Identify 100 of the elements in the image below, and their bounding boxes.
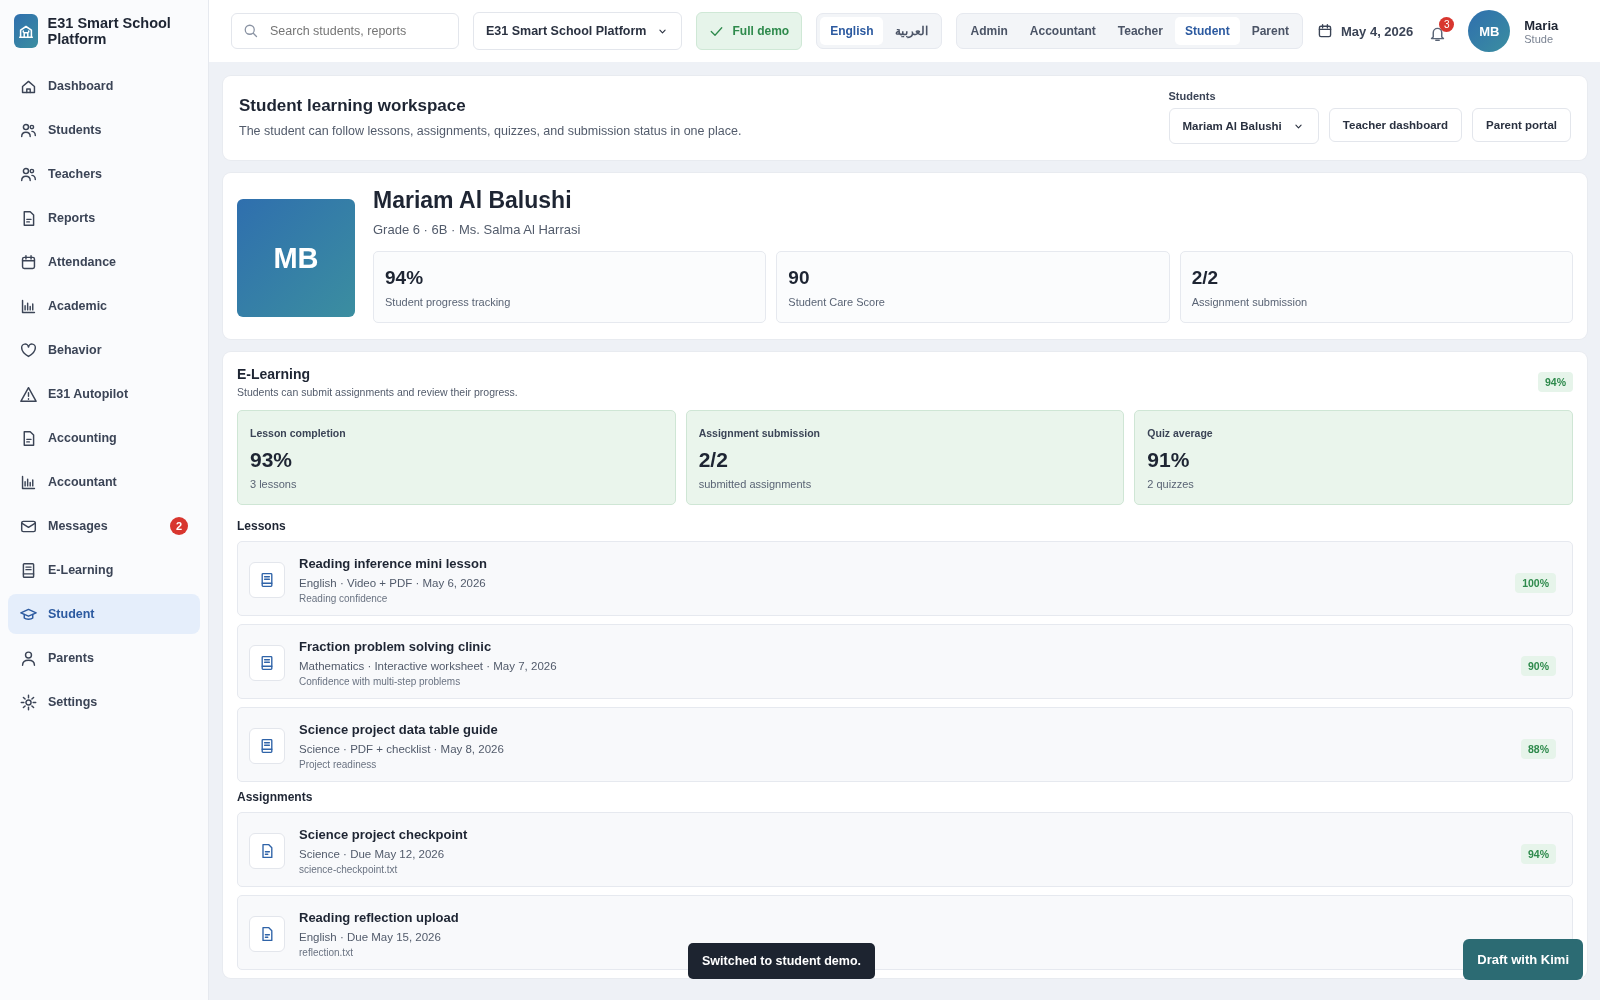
section-subtitle: Students can submit assignments and review their progress. bbox=[237, 386, 518, 398]
role-tab[interactable]: Teacher bbox=[1107, 17, 1173, 45]
item-note: reflection.txt bbox=[299, 947, 354, 958]
sidebar-label: Messages bbox=[48, 519, 109, 533]
item-meta: English · Due May 15, 2026 bbox=[299, 931, 442, 943]
percent-badge: 94% bbox=[1538, 372, 1573, 392]
summary-value: 2/2 bbox=[698, 448, 729, 472]
language-tab[interactable]: العربية bbox=[885, 17, 939, 45]
sidebar-label: Accountant bbox=[48, 475, 118, 489]
book-icon bbox=[259, 738, 275, 754]
person-icon bbox=[20, 649, 37, 667]
book-icon bbox=[259, 655, 275, 671]
sidebar-item[interactable]: Parents bbox=[8, 638, 200, 678]
user-avatar[interactable]: MB bbox=[1468, 10, 1511, 52]
warning-icon bbox=[20, 385, 37, 403]
calendar-icon bbox=[1317, 23, 1333, 39]
summary-label: Assignment submission bbox=[698, 427, 821, 439]
item-title: Reading inference mini lesson bbox=[299, 556, 488, 571]
summary-label: Lesson completion bbox=[250, 427, 347, 439]
sidebar-item[interactable]: Settings bbox=[8, 682, 200, 722]
section-heading: Lessons bbox=[237, 519, 287, 533]
sidebar-item[interactable]: Reports bbox=[8, 198, 200, 238]
toast: Switched to student demo. bbox=[688, 943, 876, 979]
percent-badge: 94% bbox=[1521, 844, 1556, 864]
sidebar-label: Behavior bbox=[48, 343, 103, 357]
item-title: Reading reflection upload bbox=[299, 910, 460, 925]
calendar-icon bbox=[20, 253, 37, 271]
people-icon bbox=[20, 121, 37, 139]
role-tab[interactable]: Admin bbox=[960, 17, 1018, 45]
summary-label: Quiz average bbox=[1147, 427, 1214, 439]
sidebar-item[interactable]: E31 Autopilot bbox=[8, 374, 200, 414]
item-title: Fraction problem solving clinic bbox=[299, 639, 493, 654]
sidebar-label: Student bbox=[48, 607, 96, 621]
sidebar-item[interactable]: Students bbox=[8, 110, 200, 150]
sidebar-label: Academic bbox=[48, 299, 109, 313]
assignment-row[interactable]: Science project checkpoint Science · Due May 12, 2026 science-checkpoint.txt 94% bbox=[237, 812, 1573, 887]
stat-label: Student progress tracking bbox=[385, 296, 512, 308]
bar-chart-icon bbox=[20, 473, 37, 491]
document-icon bbox=[259, 926, 275, 942]
section-title: E-Learning bbox=[237, 366, 312, 382]
item-meta: Science · Due May 12, 2026 bbox=[299, 848, 446, 860]
sidebar-item[interactable]: Teachers bbox=[8, 154, 200, 194]
item-meta: Mathematics · Interactive worksheet · May 7, 2026 bbox=[299, 660, 558, 672]
sidebar-label: E-Learning bbox=[48, 563, 115, 577]
sidebar-item[interactable]: Accounting bbox=[8, 418, 200, 458]
notification-button[interactable]: 3 bbox=[1427, 16, 1455, 46]
user-role: Stude bbox=[1524, 32, 1555, 45]
sidebar-item[interactable]: Messages 2 bbox=[8, 506, 200, 546]
item-note: Project readiness bbox=[299, 759, 378, 770]
demo-badge: Full demo bbox=[696, 12, 803, 50]
heart-icon bbox=[20, 341, 37, 359]
document-icon bbox=[259, 843, 275, 859]
stat-label: Assignment submission bbox=[1191, 296, 1309, 308]
bar-chart-icon bbox=[20, 297, 37, 315]
search-field[interactable]: Search students, reports bbox=[231, 13, 459, 49]
date-text: May 4, 2026 bbox=[1341, 23, 1414, 39]
lesson-row[interactable]: Reading inference mini lesson English · Video + PDF · May 6, 2026 Reading confidence 100% bbox=[237, 541, 1573, 616]
workspace-title: Student learning workspace bbox=[239, 96, 467, 116]
sidebar-item[interactable]: E-Learning bbox=[8, 550, 200, 590]
lesson-row[interactable]: Science project data table guide Science · PDF + checklist · May 8, 2026 Project readiness 88% bbox=[237, 707, 1573, 782]
notification-badge: 3 bbox=[1439, 16, 1455, 32]
link-button[interactable]: Teacher dashboard bbox=[1328, 108, 1463, 142]
role-tab[interactable]: Accountant bbox=[1019, 17, 1106, 45]
item-note: science-checkpoint.txt bbox=[299, 864, 399, 875]
student-select[interactable]: Mariam Al Balushi bbox=[1168, 108, 1319, 144]
sidebar-label: Attendance bbox=[48, 255, 118, 269]
book-icon bbox=[20, 561, 37, 579]
sidebar-item[interactable]: Attendance bbox=[8, 242, 200, 282]
sidebar-label: Dashboard bbox=[48, 79, 115, 93]
student-details: Grade 6 · 6B · Ms. Salma Al Harrasi bbox=[373, 222, 582, 237]
item-title: Science project checkpoint bbox=[299, 827, 469, 842]
section-heading: Assignments bbox=[237, 790, 314, 804]
lesson-row[interactable]: Fraction problem solving clinic Mathematics · Interactive worksheet · May 7, 2026 Confidence with multi-step problems 90% bbox=[237, 624, 1573, 699]
sidebar-label: E31 Autopilot bbox=[48, 387, 130, 401]
student-name: Mariam Al Balushi bbox=[373, 187, 573, 214]
settings-icon bbox=[20, 693, 37, 711]
sidebar-label: Settings bbox=[48, 695, 99, 709]
link-button[interactable]: Parent portal bbox=[1472, 108, 1571, 142]
item-title: Science project data table guide bbox=[299, 722, 499, 737]
sidebar-item[interactable]: Student bbox=[8, 594, 200, 634]
role-tab[interactable]: Parent bbox=[1241, 17, 1299, 45]
percent-badge: 90% bbox=[1521, 656, 1556, 676]
stat-value: 94% bbox=[385, 267, 425, 289]
field-label: Students bbox=[1168, 90, 1217, 102]
item-meta: English · Video + PDF · May 6, 2026 bbox=[299, 577, 487, 589]
book-icon bbox=[259, 572, 275, 588]
draft-button[interactable]: Draft with Kimi bbox=[1463, 939, 1583, 980]
count-badge: 2 bbox=[170, 517, 188, 535]
summary-value: 91% bbox=[1147, 448, 1191, 472]
sidebar-item[interactable]: Academic bbox=[8, 286, 200, 326]
sidebar-label: Teachers bbox=[48, 167, 103, 181]
student-avatar: MB bbox=[237, 199, 355, 317]
sidebar-item[interactable]: Dashboard bbox=[8, 66, 200, 106]
stat-value: 90 bbox=[788, 267, 811, 289]
sidebar-item[interactable]: Accountant bbox=[8, 462, 200, 502]
sidebar-item[interactable]: Behavior bbox=[8, 330, 200, 370]
language-tab[interactable]: English bbox=[820, 17, 884, 45]
platform-select[interactable]: E31 Smart School Platform bbox=[473, 12, 683, 50]
role-tab[interactable]: Student bbox=[1174, 17, 1240, 45]
brand-name: E31 Smart School Platform bbox=[47, 15, 172, 47]
